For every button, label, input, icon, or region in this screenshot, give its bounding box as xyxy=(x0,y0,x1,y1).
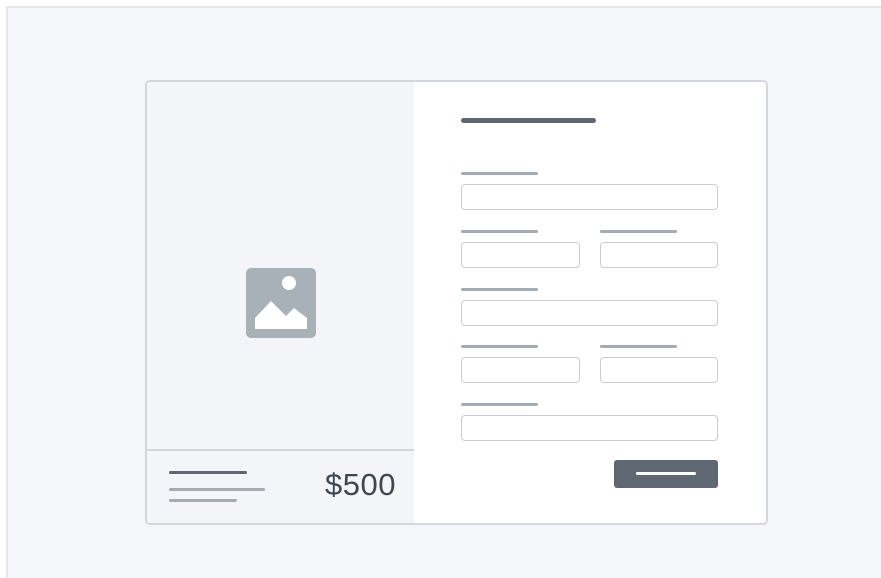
field-label-placeholder xyxy=(600,345,677,348)
form-pane xyxy=(414,82,766,523)
summary-text-placeholder xyxy=(169,488,265,491)
order-summary: $500 xyxy=(147,449,414,523)
field-label-placeholder xyxy=(600,230,677,233)
field-label-placeholder xyxy=(461,288,538,291)
field-label-placeholder xyxy=(461,230,538,233)
text-field-1[interactable] xyxy=(461,184,718,210)
summary-text-placeholder xyxy=(169,499,237,502)
product-preview-pane: $500 xyxy=(147,82,414,523)
field-label-placeholder xyxy=(461,345,538,348)
text-field-3[interactable] xyxy=(600,242,718,268)
text-field-7[interactable] xyxy=(461,415,718,441)
submit-button[interactable] xyxy=(614,460,718,488)
price-label: $500 xyxy=(325,467,396,502)
button-label-placeholder xyxy=(636,472,696,475)
text-field-6[interactable] xyxy=(600,357,718,383)
image-icon xyxy=(246,268,316,338)
text-field-5[interactable] xyxy=(461,357,580,383)
summary-title-placeholder xyxy=(169,471,247,474)
form-title-placeholder xyxy=(461,118,596,123)
checkout-card: $500 xyxy=(145,80,768,525)
page-background: $500 xyxy=(6,6,881,578)
field-label-placeholder xyxy=(461,403,538,406)
field-label-placeholder xyxy=(461,172,538,175)
text-field-4[interactable] xyxy=(461,300,718,326)
text-field-2[interactable] xyxy=(461,242,580,268)
